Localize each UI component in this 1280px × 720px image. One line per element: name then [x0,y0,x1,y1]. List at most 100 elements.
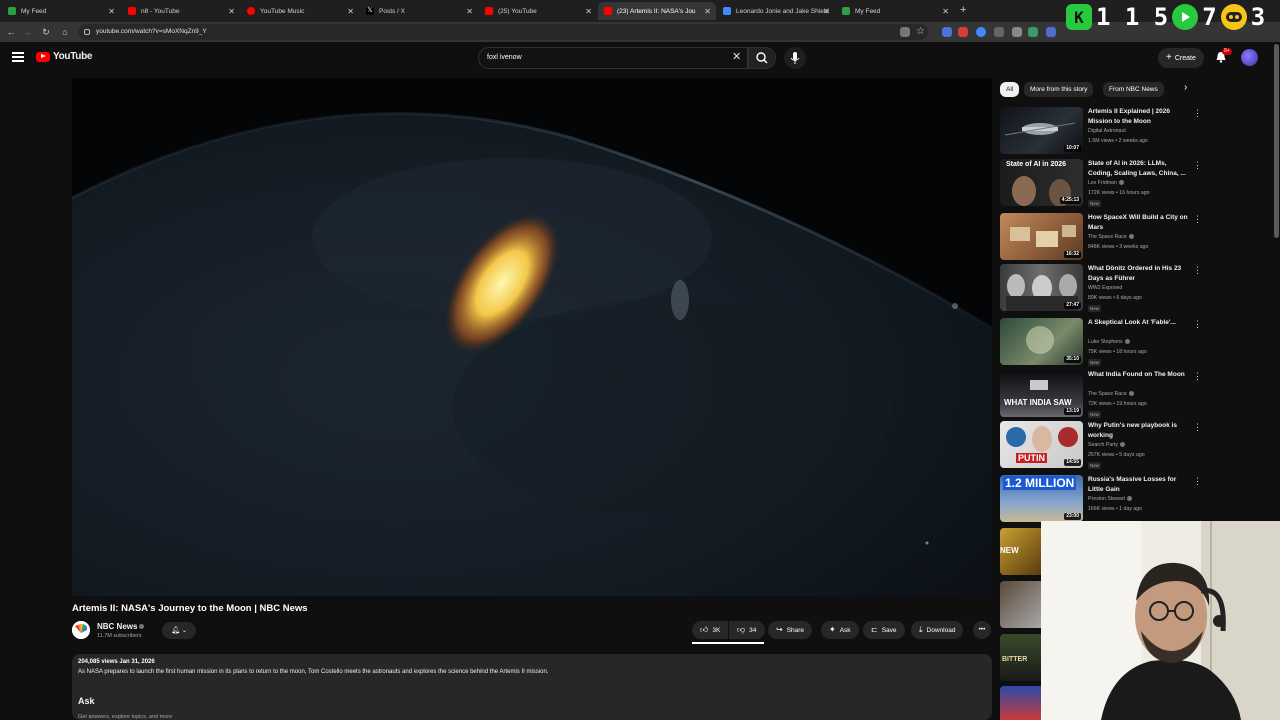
create-button[interactable]: + Create [1158,48,1204,68]
tab-close-icon[interactable]: ✕ [823,7,830,16]
channel-avatar[interactable] [72,621,90,639]
more-vertical-icon[interactable]: ⋮ [1193,265,1202,276]
tab-close-icon[interactable]: ✕ [942,7,949,16]
chip-all[interactable]: All [1000,82,1020,97]
download-label: Download [926,627,956,634]
scrollbar-thumb[interactable] [1274,44,1279,238]
forward-arrow-icon[interactable]: → [20,25,34,39]
browser-tab[interactable]: My Feed ✕ [836,2,954,20]
channel-name[interactable]: NBC News [97,622,145,631]
more-vertical-icon[interactable]: ⋮ [1193,319,1202,330]
chevron-right-icon[interactable]: › [1184,82,1187,93]
video-thumbnail[interactable]: BITTER [1000,634,1041,681]
recommendation-item[interactable]: PUTIN 14:55 Why Putin's new playbook is … [1000,421,1210,469]
views-and-date: 204,085 views Jan 31, 2026 [78,659,155,665]
browser-tab[interactable]: 𝕏 Posts / X ✕ [360,2,478,20]
browser-tab[interactable]: Leonardo Jonie and Jake Shield ✕ [717,2,835,20]
microphone-icon [790,52,800,64]
description-box[interactable]: 204,085 views Jan 31, 2026 As NASA prepa… [72,654,992,720]
share-button[interactable]: ↪ Share [768,621,813,639]
tab-close-icon[interactable]: ✕ [585,7,592,16]
recommendation-item[interactable]: 16:32 How SpaceX Will Build a City on Ma… [1000,213,1210,261]
video-thumbnail[interactable]: 1.2 MILLION 23:00 [1000,475,1083,522]
notification-count-badge: 9+ [1222,48,1232,55]
video-duration: 13:19 [1064,408,1081,415]
recommendation-item[interactable]: 1.2 MILLION 23:00 Russia's Massive Losse… [1000,475,1210,523]
tab-close-icon[interactable]: ✕ [466,7,473,16]
cast-icon[interactable] [900,27,910,37]
video-thumbnail[interactable]: PUTIN 14:55 [1000,421,1083,468]
tab-close-icon[interactable]: ✕ [704,7,711,16]
home-icon[interactable]: ⌂ [58,25,72,39]
search-button[interactable] [748,47,776,69]
tab-close-icon[interactable]: ✕ [228,7,235,16]
chip-more-from-this-story[interactable]: More from this story [1024,82,1094,97]
recommendation-item[interactable]: WHAT INDIA SAW 13:19 What India Found on… [1000,370,1210,418]
more-vertical-icon[interactable]: ⋮ [1193,108,1202,119]
reload-icon[interactable]: ↻ [39,25,53,39]
video-thumbnail[interactable] [1000,686,1041,720]
thumbnail-text: 1.2 MILLION [1003,476,1077,490]
video-thumbnail[interactable]: 16:32 [1000,213,1083,260]
video-duration: 27:47 [1064,302,1081,309]
recommendation-item[interactable]: 10:07 Artemis II Explained | 2026 Missio… [1000,107,1210,155]
extension-icon[interactable] [1028,27,1038,37]
browser-tab[interactable]: (25) YouTube ✕ [479,2,597,20]
more-vertical-icon[interactable]: ⋮ [1193,422,1202,433]
more-actions-button[interactable]: ••• [973,621,991,639]
video-thumbnail[interactable]: 27:47 [1000,264,1083,311]
video-player[interactable] [72,78,992,596]
extension-icon[interactable] [1046,27,1056,37]
voice-search-button[interactable] [784,47,806,69]
extension-icon[interactable] [958,27,968,37]
more-vertical-icon[interactable]: ⋮ [1193,476,1202,487]
browser-tab-active[interactable]: (23) Artemis II: NASA's Jou ✕ [598,2,716,20]
video-thumbnail[interactable]: 35:10 [1000,318,1083,365]
share-arrow-icon: ↪ [776,625,783,634]
video-thumbnail[interactable]: 10:07 [1000,107,1083,154]
recommendation-item[interactable]: 35:10 A Skeptical Look At 'Fable'... Luk… [1000,318,1210,366]
thumbs-up-icon: 👍︎ [700,625,709,634]
ask-button[interactable]: ✦ Ask [821,621,859,639]
user-avatar[interactable] [1241,49,1258,66]
new-tab-button[interactable]: + [960,4,966,16]
browser-tab[interactable]: n8 - YouTube ✕ [122,2,240,20]
site-info-icon[interactable] [84,29,90,35]
address-bar[interactable]: youtube.com/watch?v=sMoXNqZn9_Y [78,24,928,40]
tab-close-icon[interactable]: ✕ [347,7,354,16]
x-logo-icon: 𝕏 [366,7,374,15]
browser-tab[interactable]: YouTube Music ✕ [241,2,359,20]
browser-tab[interactable]: My Feed ✕ [2,2,120,20]
verified-badge-icon [139,624,145,630]
more-vertical-icon[interactable]: ⋮ [1193,214,1202,225]
subscription-bell-button[interactable]: 🔔︎ ⌄ [162,622,196,639]
search-input[interactable]: foxl ivenow [478,47,748,69]
video-thumbnail[interactable] [1000,581,1041,628]
like-button[interactable]: 👍︎ 3K [692,621,728,639]
tab-favicon-icon [8,7,16,15]
tab-close-icon[interactable]: ✕ [108,7,115,16]
bell-icon: 🔔︎ [171,627,180,634]
extension-icon[interactable] [1012,27,1022,37]
hamburger-menu-icon[interactable] [12,52,24,62]
extension-icon[interactable] [994,27,1004,37]
recommendation-item[interactable]: 27:47 What Dönitz Ordered in His 23 Days… [1000,264,1210,312]
bookmark-star-icon[interactable]: ☆ [916,27,926,37]
youtube-logo[interactable]: YouTube [36,51,93,62]
extension-icon[interactable] [942,27,952,37]
chip-from-nbc-news[interactable]: From NBC News [1103,82,1164,97]
more-vertical-icon[interactable]: ⋮ [1193,371,1202,382]
video-thumbnail[interactable]: WHAT INDIA SAW 13:19 [1000,370,1083,417]
back-arrow-icon[interactable]: ← [4,25,18,39]
save-button[interactable]: ⊏ Save [863,621,905,639]
clear-search-icon[interactable]: ✕ [732,50,741,63]
download-button[interactable]: ⤓ Download [911,621,964,639]
like-count: 3K [712,627,721,634]
youtube-play-icon [36,51,50,62]
recommendation-item[interactable]: State of AI in 2026 4:25:13 State of AI … [1000,159,1210,207]
video-thumbnail[interactable]: NEW [1000,528,1041,575]
extension-icon[interactable] [976,27,986,37]
video-thumbnail[interactable]: State of AI in 2026 4:25:13 [1000,159,1083,206]
dislike-button[interactable]: 👎︎ 34 [729,621,765,639]
more-vertical-icon[interactable]: ⋮ [1193,160,1202,171]
